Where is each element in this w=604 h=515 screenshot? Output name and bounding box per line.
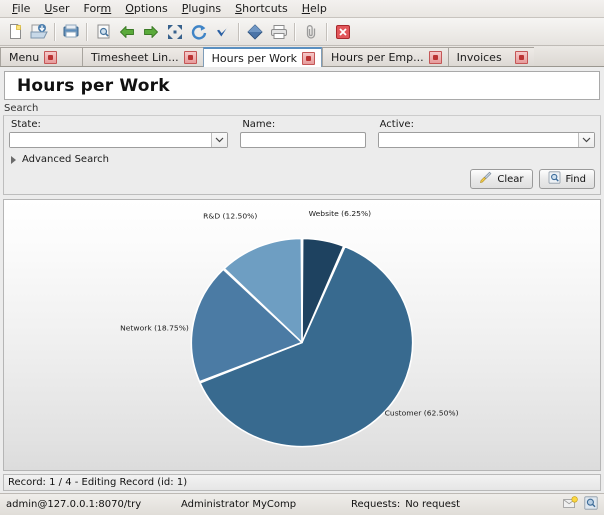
broom-icon — [479, 171, 492, 187]
application-window: File User Form Options Plugins Shortcuts… — [0, 0, 604, 515]
requests-label: Requests: — [351, 499, 401, 510]
form-area: Hours per Work Search State: Name: Activ… — [0, 67, 604, 493]
search-status-icon[interactable] — [584, 496, 598, 513]
pie-label-r-d: R&D (12.50%) — [203, 212, 257, 221]
menu-item-user[interactable]: User — [37, 1, 76, 16]
active-input[interactable] — [378, 133, 578, 147]
requests-status: Requests: No request — [351, 499, 460, 510]
search-group-label: Search — [4, 103, 39, 114]
status-bar: admin@127.0.0.1:8070/try Administrator M… — [0, 493, 604, 515]
close-red-icon[interactable] — [332, 21, 354, 43]
menu-item-shortcuts[interactable]: Shortcuts — [228, 1, 295, 16]
tab-close-icon[interactable] — [514, 50, 528, 64]
tab-close-icon[interactable] — [183, 50, 197, 64]
check-icon[interactable] — [212, 21, 234, 43]
fullscreen-icon[interactable] — [164, 21, 186, 43]
clear-button-label: Clear — [497, 173, 524, 185]
tab-timesheet-lines[interactable]: Timesheet Lin... — [82, 47, 203, 66]
tab-invoices[interactable]: Invoices — [447, 47, 534, 66]
print-icon[interactable] — [268, 21, 290, 43]
toolbar-separator — [238, 22, 240, 41]
search-icon — [548, 171, 561, 187]
name-field-group: Name: — [240, 119, 366, 148]
advanced-search-label: Advanced Search — [22, 154, 109, 165]
menu-item-plugins[interactable]: Plugins — [175, 1, 228, 16]
toolbar — [0, 18, 604, 46]
active-field-group: Active: — [377, 119, 595, 148]
tab-label: Hours per Emp... — [330, 50, 424, 64]
search-field-row: State: Name: Active: — [9, 119, 595, 148]
reload-icon[interactable] — [188, 21, 210, 43]
notification-icon[interactable] — [563, 496, 578, 513]
record-status-bar: Record: 1 / 4 - Editing Record (id: 1) — [3, 474, 601, 491]
name-input[interactable] — [240, 132, 366, 148]
page-title: Hours per Work — [17, 75, 170, 96]
tab-label: Hours per Work — [211, 51, 297, 65]
active-label: Active: — [379, 119, 414, 130]
toolbar-separator — [86, 22, 88, 41]
state-combobox[interactable] — [9, 132, 229, 148]
toolbar-separator — [326, 22, 328, 41]
requests-value: No request — [405, 499, 460, 510]
tab-label: Timesheet Lin... — [91, 50, 179, 64]
attachment-icon[interactable] — [300, 21, 322, 43]
save-icon[interactable] — [60, 21, 82, 43]
tab-hours-per-work[interactable]: Hours per Work — [202, 47, 322, 67]
user-status: Administrator MyComp — [181, 499, 297, 510]
connection-status: admin@127.0.0.1:8070/try — [6, 499, 142, 510]
next-icon[interactable] — [140, 21, 162, 43]
pie-chart-panel: Website (6.25%) Customer (62.50%) Network … — [3, 199, 601, 471]
previous-icon[interactable] — [116, 21, 138, 43]
diamond-icon[interactable] — [244, 21, 266, 43]
status-bar-icons — [563, 496, 598, 513]
chevron-down-icon[interactable] — [211, 133, 228, 147]
toolbar-separator — [54, 22, 56, 41]
tab-close-icon[interactable] — [44, 50, 58, 64]
tab-bar-filler — [534, 47, 604, 66]
page-title-box: Hours per Work — [4, 71, 600, 100]
find-button-label: Find — [565, 173, 587, 185]
chevron-down-icon[interactable] — [578, 133, 594, 147]
tab-bar: Menu Timesheet Lin... Hours per Work Hou… — [0, 46, 604, 67]
toolbar-separator — [294, 22, 296, 41]
clear-button[interactable]: Clear — [470, 169, 533, 189]
pie-label-customer: Customer (62.50%) — [385, 409, 459, 418]
pie-chart: Website (6.25%) Customer (62.50%) Network … — [120, 209, 459, 448]
state-input[interactable] — [10, 133, 212, 147]
tab-hours-per-employee[interactable]: Hours per Emp... — [321, 47, 448, 66]
tab-close-icon[interactable] — [428, 50, 442, 64]
advanced-search-toggle[interactable]: Advanced Search — [9, 154, 595, 165]
menu-item-form[interactable]: Form — [77, 1, 119, 16]
triangle-right-icon — [11, 155, 17, 164]
menu-bar: File User Form Options Plugins Shortcuts… — [0, 0, 604, 18]
menu-item-options[interactable]: Options — [118, 1, 174, 16]
search-panel: State: Name: Active: Advanced Search Cle… — [3, 115, 601, 195]
tab-label: Invoices — [456, 50, 502, 64]
state-field-group: State: — [9, 119, 229, 148]
new-document-icon[interactable] — [4, 21, 26, 43]
search-record-icon[interactable] — [92, 21, 114, 43]
menu-item-file[interactable]: File — [5, 1, 37, 16]
find-button[interactable]: Find — [538, 169, 595, 189]
active-combobox[interactable] — [377, 132, 595, 148]
pie-label-network: Network (18.75%) — [120, 324, 189, 333]
tab-close-icon[interactable] — [301, 51, 315, 65]
open-document-icon[interactable] — [28, 21, 50, 43]
name-label: Name: — [242, 119, 276, 130]
tab-menu[interactable]: Menu — [0, 47, 82, 66]
menu-item-help[interactable]: Help — [295, 1, 334, 16]
search-button-row: Clear Find — [9, 169, 595, 189]
tab-label: Menu — [9, 50, 40, 64]
pie-label-website: Website (6.25%) — [309, 209, 372, 218]
state-label: State: — [11, 119, 41, 130]
record-status-text: Record: 1 / 4 - Editing Record (id: 1) — [8, 477, 188, 488]
